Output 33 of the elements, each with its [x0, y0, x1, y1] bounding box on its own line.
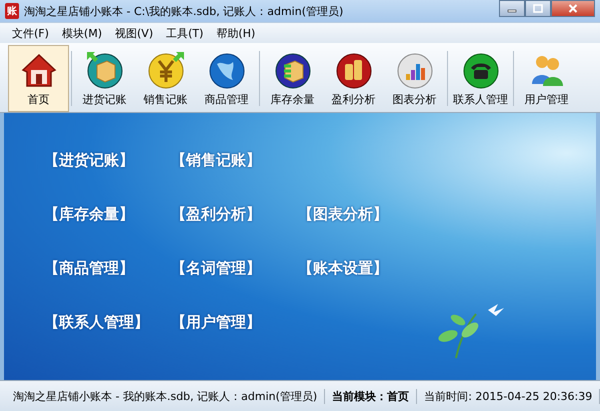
minimize-button[interactable]	[499, 0, 525, 17]
toolbar-button[interactable]: 进货记账	[74, 45, 135, 112]
status-time: 当前时间: 2015-04-25 20:36:39	[417, 388, 600, 404]
module-link[interactable]: 【商品管理】	[44, 259, 171, 278]
close-icon	[568, 4, 578, 13]
window-title: 淘淘之星店铺小账本 - C:\我的账本.sdb, 记账人：admin(管理员)	[24, 4, 344, 18]
menu-item[interactable]: 模块(M)	[62, 26, 102, 40]
module-link[interactable]: 【盈利分析】	[171, 205, 298, 224]
menu-item[interactable]: 工具(T)	[166, 26, 204, 40]
menu-item[interactable]: 帮助(H)	[216, 26, 256, 40]
box-icon	[84, 50, 124, 90]
toolbar-button[interactable]: 图表分析	[384, 45, 445, 112]
module-link[interactable]: 【联系人管理】	[44, 313, 171, 332]
status-module: 当前模块：首页	[325, 388, 418, 404]
menu-item[interactable]: 文件(F)	[12, 26, 49, 40]
toolbar-button[interactable]: 销售记账	[135, 45, 196, 112]
menu-item[interactable]: 视图(V)	[115, 26, 154, 40]
module-link[interactable]: 【进货记账】	[44, 151, 171, 170]
module-link[interactable]: 【库存余量】	[44, 205, 171, 224]
toolbar-button[interactable]: 用户管理	[516, 45, 577, 112]
toolbar-button[interactable]: 库存余量	[262, 45, 323, 112]
close-button[interactable]	[551, 0, 595, 17]
maximize-button[interactable]	[525, 0, 551, 17]
maximize-icon	[533, 4, 543, 13]
app-logo-icon: 账	[5, 3, 19, 19]
toolbar-button[interactable]: 商品管理	[196, 45, 257, 112]
toolbar-button[interactable]: 盈利分析	[323, 45, 384, 112]
toolbar-button[interactable]: 联系人管理	[450, 45, 511, 112]
toolbar-button[interactable]: 首页	[8, 45, 69, 112]
status-info: 淘淘之星店铺小账本 - 我的账本.sdb, 记账人：admin(管理员)	[6, 388, 326, 404]
module-link[interactable]: 【名词管理】	[171, 259, 298, 278]
module-link[interactable]: 【用户管理】	[171, 313, 298, 332]
yen-coin-icon	[146, 50, 186, 90]
